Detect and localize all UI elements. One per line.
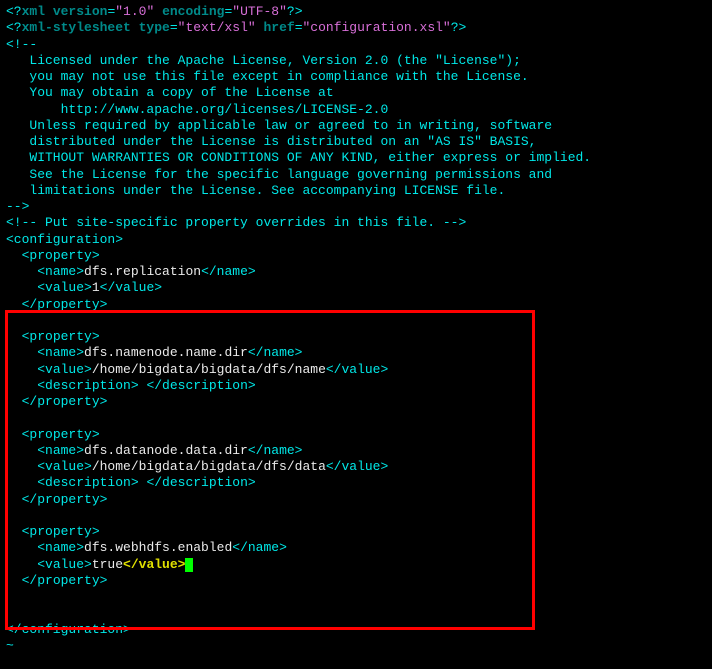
code-line: <name>dfs.datanode.data.dir</name> [6,443,706,459]
code-line: Licensed under the Apache License, Versi… [6,53,706,69]
code-line: <property> [6,427,706,443]
code-line: <property> [6,524,706,540]
code-line: Unless required by applicable law or agr… [6,118,706,134]
code-line: <!-- [6,37,706,53]
code-line: <value>/home/bigdata/bigdata/dfs/name</v… [6,362,706,378]
code-line: <description> </description> [6,475,706,491]
code-line: you may not use this file except in comp… [6,69,706,85]
code-line: --> [6,199,706,215]
code-line: See the License for the specific languag… [6,167,706,183]
blank-line [6,508,706,524]
code-line: <name>dfs.namenode.name.dir</name> [6,345,706,361]
code-line: </property> [6,492,706,508]
code-line: <name>dfs.webhdfs.enabled</name> [6,540,706,556]
code-line: distributed under the License is distrib… [6,134,706,150]
code-line: </property> [6,394,706,410]
code-line: <value>/home/bigdata/bigdata/dfs/data</v… [6,459,706,475]
code-line: WITHOUT WARRANTIES OR CONDITIONS OF ANY … [6,150,706,166]
code-line: <value>1</value> [6,280,706,296]
tag-configuration-close: </configuration> [6,622,706,638]
tilde-line: ~ [6,638,706,654]
blank-line [6,410,706,426]
code-line: You may obtain a copy of the License at [6,85,706,101]
cursor [185,558,193,572]
code-line: <?xml version="1.0" encoding="UTF-8"?> [6,4,706,20]
code-line: http://www.apache.org/licenses/LICENSE-2… [6,102,706,118]
code-line: <value>true</value> [6,557,706,573]
code-line: <description> </description> [6,378,706,394]
code-line: <property> [6,248,706,264]
blank-line [6,605,706,621]
code-line: <property> [6,329,706,345]
tag-configuration-open: <configuration> [6,232,706,248]
blank-line [6,589,706,605]
code-line: </property> [6,297,706,313]
blank-line [6,313,706,329]
code-line: </property> [6,573,706,589]
code-line: <name>dfs.replication</name> [6,264,706,280]
code-line: <!-- Put site-specific property override… [6,215,706,231]
code-line: limitations under the License. See accom… [6,183,706,199]
code-line: <?xml-stylesheet type="text/xsl" href="c… [6,20,706,36]
